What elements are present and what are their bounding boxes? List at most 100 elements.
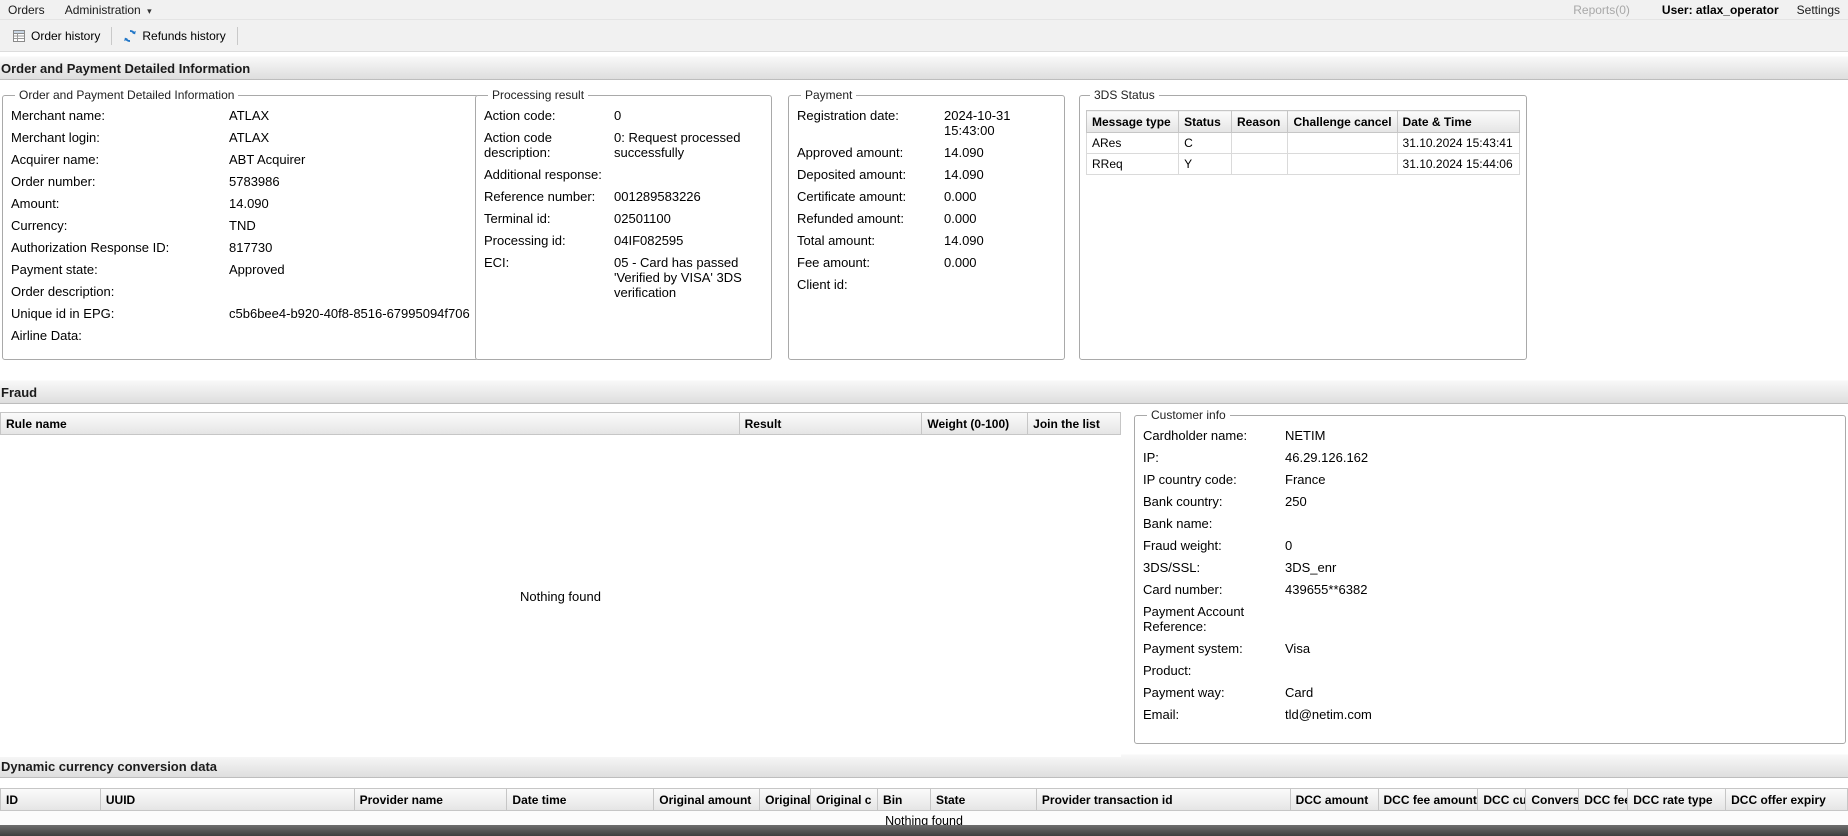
field-value: NETIM	[1285, 428, 1837, 443]
field-value: TND	[229, 218, 470, 233]
column-header: Result	[740, 413, 923, 434]
field-row: Unique id in EPG:c5b6bee4-b920-40f8-8516…	[11, 306, 470, 321]
field-label: Action code description:	[484, 130, 614, 160]
field-value: Visa	[1285, 641, 1837, 656]
field-value: 46.29.126.162	[1285, 450, 1837, 465]
field-row: Action code:0	[484, 108, 763, 123]
field-label: Reference number:	[484, 189, 614, 204]
tabbar: Order history Refunds history	[0, 20, 1848, 52]
field-label: Order description:	[11, 284, 229, 299]
section-header-dcc: Dynamic currency conversion data	[0, 754, 1848, 778]
fraud-table: Rule name Result Weight (0-100) Join the…	[0, 412, 1121, 757]
field-label: Action code:	[484, 108, 614, 123]
field-label: Merchant login:	[11, 130, 229, 145]
column-header: Date time	[507, 789, 654, 810]
field-row: Certificate amount:0.000	[797, 189, 1056, 204]
field-value	[1285, 663, 1837, 678]
field-row: Airline Data:	[11, 328, 470, 343]
field-value: 14.090	[944, 145, 1056, 160]
field-label: Fee amount:	[797, 255, 944, 270]
field-label: 3DS/SSL:	[1143, 560, 1285, 575]
tds-status-table: Message type Status Reason Challenge can…	[1086, 110, 1520, 175]
column-header: DCC curr	[1478, 789, 1526, 810]
field-row: Additional response:	[484, 167, 763, 182]
field-value: 0	[614, 108, 763, 123]
column-header: Reason	[1232, 111, 1288, 133]
table-cell: 31.10.2024 15:44:06	[1397, 154, 1519, 175]
field-value: tld@netim.com	[1285, 707, 1837, 722]
column-header: Rule name	[1, 413, 740, 434]
field-label: Processing id:	[484, 233, 614, 248]
field-row: Payment Account Reference:	[1143, 604, 1837, 634]
menu-orders[interactable]: Orders	[8, 3, 45, 17]
field-label: Card number:	[1143, 582, 1285, 597]
dcc-table-header: ID UUID Provider name Date time Original…	[0, 788, 1848, 811]
field-row: Amount:14.090	[11, 196, 470, 211]
fraud-table-header: Rule name Result Weight (0-100) Join the…	[0, 412, 1121, 435]
table-cell: C	[1179, 133, 1232, 154]
field-row: Merchant name:ATLAX	[11, 108, 470, 123]
menubar-left: Orders Administration ▾	[8, 3, 152, 17]
column-header: Provider transaction id	[1037, 789, 1291, 810]
column-header: Original f	[760, 789, 811, 810]
menu-administration[interactable]: Administration ▾	[65, 3, 152, 17]
table-cell	[1232, 154, 1288, 175]
field-label: Approved amount:	[797, 145, 944, 160]
field-label: ECI:	[484, 255, 614, 300]
field-value	[944, 277, 1056, 292]
field-value: 0	[1285, 538, 1837, 553]
fraud-section: Rule name Result Weight (0-100) Join the…	[0, 404, 1848, 754]
table-cell: 31.10.2024 15:43:41	[1397, 133, 1519, 154]
field-label: Registration date:	[797, 108, 944, 138]
field-label: Refunded amount:	[797, 211, 944, 226]
spacer	[0, 778, 1848, 788]
tab-order-history[interactable]: Order history	[3, 24, 109, 48]
tds-status-legend: 3DS Status	[1090, 88, 1159, 102]
table-row: ARes C 31.10.2024 15:43:41	[1087, 133, 1520, 154]
field-value: Approved	[229, 262, 470, 277]
field-value: 439655**6382	[1285, 582, 1837, 597]
tab-refunds-history[interactable]: Refunds history	[114, 24, 234, 48]
field-label: Bank name:	[1143, 516, 1285, 531]
field-row: Currency:TND	[11, 218, 470, 233]
field-row: Cardholder name:NETIM	[1143, 428, 1837, 443]
field-row: Email:tld@netim.com	[1143, 707, 1837, 722]
field-value: 0.000	[944, 255, 1056, 270]
field-label: IP country code:	[1143, 472, 1285, 487]
menu-settings[interactable]: Settings	[1797, 3, 1840, 17]
column-header: Weight (0-100)	[922, 413, 1028, 434]
field-label: Certificate amount:	[797, 189, 944, 204]
menu-administration-label: Administration	[65, 3, 141, 17]
column-header: Status	[1179, 111, 1232, 133]
field-row: Bank name:	[1143, 516, 1837, 531]
horizontal-scrollbar[interactable]	[0, 825, 1848, 836]
customer-info-legend: Customer info	[1147, 408, 1230, 422]
field-label: Additional response:	[484, 167, 614, 182]
field-label: Client id:	[797, 277, 944, 292]
field-label: Fraud weight:	[1143, 538, 1285, 553]
table-header-row: Message type Status Reason Challenge can…	[1087, 111, 1520, 133]
field-label: Payment state:	[11, 262, 229, 277]
menu-reports[interactable]: Reports(0)	[1573, 3, 1630, 17]
field-value: 2024-10-31 15:43:00	[944, 108, 1056, 138]
column-header: DCC offer expiry	[1726, 789, 1847, 810]
field-row: Order number:5783986	[11, 174, 470, 189]
field-label: Unique id in EPG:	[11, 306, 229, 321]
field-label: Deposited amount:	[797, 167, 944, 182]
field-value: 001289583226	[614, 189, 763, 204]
field-row: Client id:	[797, 277, 1056, 292]
field-value: 14.090	[944, 233, 1056, 248]
field-row: Processing id:04IF082595	[484, 233, 763, 248]
field-row: Terminal id:02501100	[484, 211, 763, 226]
column-header: DCC fee amount	[1379, 789, 1479, 810]
field-value: 0.000	[944, 211, 1056, 226]
field-label: Payment Account Reference:	[1143, 604, 1285, 634]
column-header: DCC amount	[1291, 789, 1379, 810]
field-value	[1285, 516, 1837, 531]
order-details-group: Order and Payment Detailed Information M…	[2, 88, 479, 360]
column-header: Bin	[878, 789, 931, 810]
column-header: ID	[1, 789, 101, 810]
field-label: Email:	[1143, 707, 1285, 722]
processing-result-legend: Processing result	[488, 88, 588, 102]
section-header-order-payment: Order and Payment Detailed Information	[0, 56, 1848, 80]
